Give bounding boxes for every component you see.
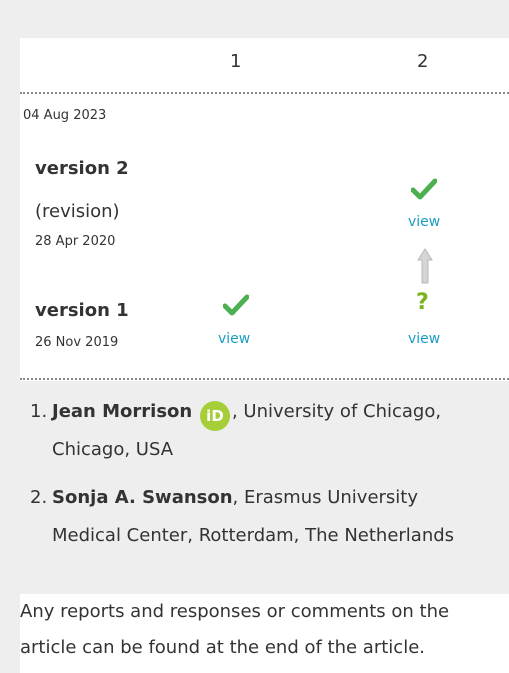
view-report-v1-reviewer-1[interactable]: view <box>218 331 250 347</box>
view-report-v1-reviewer-2[interactable]: view <box>408 331 440 347</box>
author-affiliation-cont: Medical Center, Rotterdam, The Netherlan… <box>52 525 455 546</box>
reports-note-line-1: Any reports and responses or comments on… <box>20 601 450 622</box>
orcid-icon[interactable]: iD <box>199 401 230 431</box>
approved-check-icon <box>223 294 249 316</box>
version-2-title: version 2 <box>35 158 129 179</box>
author-item: 2. Sonja A. Swanson, Erasmus University … <box>30 479 500 555</box>
top-divider <box>20 92 509 94</box>
author-affiliation: , Erasmus University <box>232 487 419 508</box>
author-affiliation-cont: Chicago, USA <box>52 439 174 460</box>
referee-status-table: 1 2 04 Aug 2023 version 2 (revision) 28 … <box>20 38 509 381</box>
version-1-date: 26 Nov 2019 <box>35 335 119 350</box>
author-number: 2. <box>30 487 48 508</box>
view-report-v2-reviewer-2[interactable]: view <box>408 214 440 230</box>
author-name[interactable]: Jean Morrison <box>52 401 192 422</box>
current-version-date: 04 Aug 2023 <box>23 108 107 123</box>
bottom-divider <box>20 378 509 380</box>
author-item: 1. Jean Morrison iD, University of Chica… <box>30 393 500 469</box>
version-2-subtitle: (revision) <box>35 201 120 222</box>
approved-check-icon <box>411 178 437 200</box>
question-mark-icon: ? <box>416 290 429 315</box>
version-2-date: 28 Apr 2020 <box>35 234 116 249</box>
reports-note-line-2: article can be found at the end of the a… <box>20 637 425 658</box>
author-list: 1. Jean Morrison iD, University of Chica… <box>30 393 500 555</box>
author-name[interactable]: Sonja A. Swanson <box>52 487 233 508</box>
version-1-title: version 1 <box>35 300 129 321</box>
arrow-up-icon <box>417 248 433 284</box>
author-number: 1. <box>30 401 48 422</box>
column-header-reviewer-1: 1 <box>230 51 242 72</box>
reports-note: Any reports and responses or comments on… <box>20 594 509 673</box>
author-affiliation: , University of Chicago, <box>231 401 442 422</box>
column-header-reviewer-2: 2 <box>417 51 429 72</box>
